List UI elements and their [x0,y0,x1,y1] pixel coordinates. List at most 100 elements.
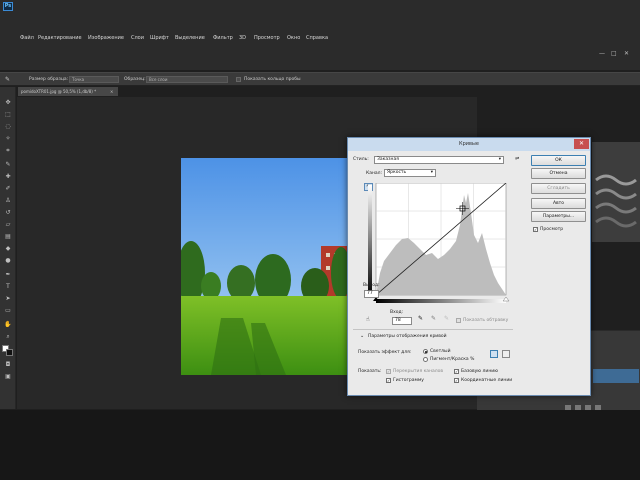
light-radio[interactable] [423,349,428,354]
cancel-button[interactable]: Отмена [531,168,586,179]
auto-button[interactable]: Авто [531,198,586,209]
black-eyedropper-icon[interactable]: ✎ [418,315,423,322]
screen-mode-icon[interactable]: ▣ [3,373,13,381]
hand-tool-icon[interactable]: ✋ [3,321,13,329]
eraser-tool-icon[interactable]: ▱ [3,221,13,229]
options-button[interactable]: Параметры... [531,211,586,222]
quick-mask-icon[interactable]: ◘ [3,361,13,369]
output-field[interactable]: 77 [364,290,379,298]
taskbar [0,410,640,480]
histogram-label: Гистограмму [393,378,424,383]
pen-tool-icon[interactable]: ✒ [3,271,13,279]
menu-edit[interactable]: Редактирование [38,34,82,42]
input-gradient-bar [376,299,506,303]
show-clipping-checkbox[interactable] [456,318,461,323]
show-ring-checkbox[interactable] [236,77,241,82]
sample-label: Образец: [124,77,146,82]
eyedropper-tool-icon[interactable]: ✎ [3,161,13,169]
tab-close-icon[interactable]: × [110,87,113,96]
preset-menu-icon[interactable]: ⇌ [515,156,519,162]
healing-tool-icon[interactable]: ✚ [3,173,13,181]
maximize-icon[interactable]: □ [611,50,617,57]
show-label: Показать: [358,369,382,374]
menu-help[interactable]: Справка [306,34,328,42]
pigment-label: Пигмент/Краска % [430,357,475,362]
display-options-label: Параметры отображения кривой [368,334,447,339]
chevron-down-icon: ▾ [430,170,433,175]
zoom-tool-icon[interactable]: ⌕ [3,333,13,341]
photoshop-logo: Ps [3,2,13,11]
channel-overlays-label: Перекрытия каналов [393,369,444,374]
sample-size-label: Размер образца: [29,77,69,82]
channel-overlays-checkbox[interactable]: ✓ [386,369,391,374]
input-label: Вход: [390,310,404,315]
white-eyedropper-icon[interactable]: ✎ [444,315,449,322]
target-adjustment-icon[interactable]: ☝ [366,316,370,323]
light-label: Светлый [430,349,451,354]
sample-size-select[interactable]: Точка [69,76,119,83]
chevron-down-icon: ▾ [498,157,501,162]
brush-tool-icon[interactable]: ✐ [3,185,13,193]
crop-tool-icon[interactable]: ⌗ [3,147,13,155]
chevron-down-icon[interactable]: ⌄ [360,333,364,339]
background-color-swatch[interactable] [6,349,13,356]
blur-tool-icon[interactable]: ◆ [3,245,13,253]
smooth-button[interactable]: Сгладить [531,183,586,194]
clone-stamp-tool-icon[interactable]: ♙ [3,197,13,205]
sample-select[interactable]: Все слои [146,76,228,83]
dodge-tool-icon[interactable]: ● [3,257,13,265]
channel-select[interactable]: Яркость ▾ [384,169,436,177]
marquee-tool-icon[interactable]: ⬚ [3,111,13,119]
move-tool-icon[interactable]: ✥ [3,99,13,107]
lasso-tool-icon[interactable]: ◌ [3,123,13,131]
quick-select-tool-icon[interactable]: ✧ [3,135,13,143]
gray-eyedropper-icon[interactable]: ✎ [431,315,436,322]
menu-select[interactable]: Выделение [175,34,205,42]
baseline-checkbox[interactable]: ✓ [454,369,459,374]
divider [353,329,513,330]
dialog-close-icon[interactable]: ✕ [574,139,589,149]
selected-layer-row[interactable] [593,369,639,383]
ok-button[interactable]: ОК [531,155,586,166]
output-label: Выход: [363,283,380,288]
menu-window[interactable]: Окно [287,34,300,42]
intersection-checkbox[interactable]: ✓ [454,378,459,383]
options-bar: ✎ Размер образца: Точка Образец: Все сло… [0,72,640,86]
pigment-radio[interactable] [423,357,428,362]
menu-type[interactable]: Шрифт [150,34,169,42]
preview-label: Просмотр [540,227,564,232]
show-ring-label: Показать кольцо пробы [244,77,301,82]
document-tab[interactable]: pomidoXTR01.jpg @ 50,5% (1,db/8) * × [18,87,118,96]
preset-value: Заказная [377,157,399,162]
preview-checkbox[interactable]: ✓ [533,227,538,232]
input-field[interactable]: 78 [392,317,412,325]
menu-file[interactable]: Файл [20,34,34,42]
dialog-title: Кривые [348,138,590,151]
channel-value: Яркость [387,170,407,175]
minimize-icon[interactable]: — [599,50,605,57]
menu-filter[interactable]: Фильтр [213,34,233,42]
shape-tool-icon[interactable]: ▭ [3,307,13,315]
baseline-label: Базовую линию [461,369,498,374]
close-icon[interactable]: ✕ [624,50,629,57]
curve-graph[interactable] [368,183,512,307]
menu-image[interactable]: Изображение [88,34,124,42]
type-tool-icon[interactable]: T [3,283,13,291]
grid-4x4-icon[interactable] [490,350,498,358]
gradient-tool-icon[interactable]: ▤ [3,233,13,241]
history-brush-tool-icon[interactable]: ↺ [3,209,13,217]
menu-view[interactable]: Просмотр [254,34,280,42]
tools-panel: ✥ ⬚ ◌ ✧ ⌗ ✎ ✚ ✐ ♙ ↺ ▱ ▤ ◆ ● ✒ T ➤ ▭ ✋ ⌕ … [0,87,16,409]
menu-3d[interactable]: 3D [239,34,246,42]
show-clipping-label: Показать обтравку [463,318,509,323]
curves-dialog: Кривые ✕ Стиль: Заказная ▾ ⇌ Канал: Ярко… [347,137,591,396]
preset-select[interactable]: Заказная ▾ [374,156,504,164]
eyedropper-icon[interactable]: ✎ [5,76,13,83]
channel-label: Канал: [366,171,383,176]
menu-layers[interactable]: Слои [131,34,144,42]
menu-bar: Ps Файл Редактирование Изображение Слои … [0,0,640,70]
grid-10x10-icon[interactable] [502,350,510,358]
document-image[interactable] [181,158,347,375]
path-select-tool-icon[interactable]: ➤ [3,295,13,303]
histogram-checkbox[interactable]: ✓ [386,378,391,383]
